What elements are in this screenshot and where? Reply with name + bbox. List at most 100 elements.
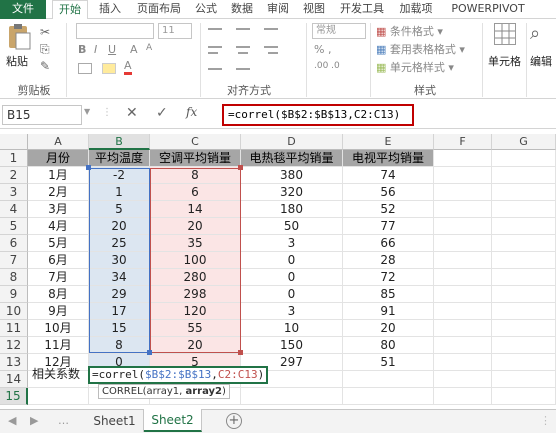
paste-button[interactable]: 粘贴	[6, 53, 28, 69]
empty-cell[interactable]	[434, 337, 492, 354]
empty-cell[interactable]	[434, 218, 492, 235]
table-cell[interactable]: 150	[241, 337, 343, 354]
empty-cell[interactable]	[492, 167, 556, 184]
editing-button[interactable]: 编辑	[530, 53, 552, 69]
table-cell[interactable]: 20	[343, 320, 434, 337]
row-header[interactable]: 3	[0, 184, 28, 201]
table-cell[interactable]: 6月	[28, 252, 89, 269]
table-header-cell[interactable]: 平均温度	[89, 150, 150, 167]
tab-home[interactable]: 开始	[52, 0, 88, 20]
table-cell[interactable]: 56	[343, 184, 434, 201]
table-header-cell[interactable]: 电视平均销量	[343, 150, 434, 167]
empty-cell[interactable]	[492, 235, 556, 252]
column-header-b[interactable]: B	[89, 134, 150, 150]
table-cell[interactable]: 20	[150, 218, 241, 235]
bold-icon[interactable]: B	[78, 43, 86, 56]
formula-input[interactable]: =correl($B$2:$B$13,C2:C13)	[222, 104, 414, 126]
empty-cell[interactable]	[492, 371, 556, 388]
table-cell[interactable]: 20	[150, 337, 241, 354]
editing-cell-b15[interactable]: =correl($B$2:$B$13,C2:C13)	[88, 366, 269, 384]
alignment-icons[interactable]	[206, 23, 290, 79]
font-color-icon[interactable]: A	[124, 59, 132, 75]
empty-cell[interactable]	[492, 184, 556, 201]
row-header[interactable]: 7	[0, 252, 28, 269]
tab-data[interactable]: 数据	[226, 0, 258, 19]
table-cell[interactable]: 80	[343, 337, 434, 354]
row-header[interactable]: 8	[0, 269, 28, 286]
conditional-format-button[interactable]: ▦ 条件格式 ▾	[376, 23, 443, 39]
column-header-g[interactable]: G	[492, 134, 556, 150]
table-cell[interactable]: 100	[150, 252, 241, 269]
table-cell[interactable]: 320	[241, 184, 343, 201]
empty-cell[interactable]	[492, 201, 556, 218]
empty-cell[interactable]	[492, 388, 556, 405]
row-header[interactable]: 13	[0, 354, 28, 371]
table-cell[interactable]: 6	[150, 184, 241, 201]
empty-cell[interactable]	[28, 388, 89, 405]
binoculars-icon[interactable]: ⌕	[530, 23, 540, 44]
table-cell[interactable]: 0	[241, 286, 343, 303]
empty-cell[interactable]	[492, 354, 556, 371]
row-header[interactable]: 4	[0, 201, 28, 218]
underline-icon[interactable]: U	[108, 43, 116, 56]
empty-cell[interactable]	[492, 303, 556, 320]
table-cell[interactable]: 29	[89, 286, 150, 303]
empty-cell[interactable]	[343, 388, 434, 405]
table-cell[interactable]: 14	[150, 201, 241, 218]
name-box-dropdown-icon[interactable]: ▼	[84, 107, 90, 116]
column-header-e[interactable]: E	[343, 134, 434, 150]
scroll-left-icon[interactable]: ◀	[8, 414, 16, 427]
table-cell[interactable]: 30	[89, 252, 150, 269]
range-handle[interactable]	[238, 165, 243, 170]
column-header-a[interactable]: A	[28, 134, 89, 150]
empty-cell[interactable]	[434, 167, 492, 184]
empty-cell[interactable]	[492, 269, 556, 286]
empty-cell[interactable]	[434, 184, 492, 201]
fill-color-icon[interactable]	[102, 63, 116, 74]
copy-icon[interactable]: ⎘	[40, 42, 50, 57]
table-cell[interactable]: 55	[150, 320, 241, 337]
italic-icon[interactable]: I	[94, 43, 97, 56]
table-cell[interactable]: 8	[89, 337, 150, 354]
table-cell[interactable]: 1	[89, 184, 150, 201]
row-header[interactable]: 9	[0, 286, 28, 303]
table-cell[interactable]: 25	[89, 235, 150, 252]
function-tooltip[interactable]: CORREL(array1, array2)	[98, 384, 230, 399]
sheet-tab-sheet2[interactable]: Sheet2	[144, 409, 202, 432]
column-header-d[interactable]: D	[241, 134, 343, 150]
table-cell[interactable]: 74	[343, 167, 434, 184]
empty-cell[interactable]	[434, 201, 492, 218]
empty-cell[interactable]	[492, 337, 556, 354]
table-cell[interactable]: 11月	[28, 337, 89, 354]
table-cell[interactable]: 3	[241, 303, 343, 320]
table-cell[interactable]: 2月	[28, 184, 89, 201]
font-grow-icon[interactable]: A	[130, 43, 138, 56]
enter-icon[interactable]: ✓	[156, 105, 168, 121]
table-cell[interactable]: 380	[241, 167, 343, 184]
table-cell[interactable]: 20	[89, 218, 150, 235]
empty-cell[interactable]	[434, 303, 492, 320]
row-header[interactable]: 15	[0, 388, 28, 405]
border-icon[interactable]	[78, 63, 92, 74]
table-cell[interactable]: 0	[241, 252, 343, 269]
sheet-bar-resize-icon[interactable]: ⋮	[540, 414, 551, 427]
table-cell[interactable]: 4月	[28, 218, 89, 235]
table-cell[interactable]: 1月	[28, 167, 89, 184]
currency-icon[interactable]: % ,	[314, 43, 331, 56]
paste-icon[interactable]	[6, 23, 32, 51]
table-cell[interactable]: 10月	[28, 320, 89, 337]
tab-formulas[interactable]: 公式	[190, 0, 222, 19]
more-sheets-icon[interactable]: …	[58, 414, 69, 427]
empty-cell[interactable]	[241, 388, 343, 405]
font-name-box[interactable]	[76, 23, 154, 39]
table-cell[interactable]: 298	[150, 286, 241, 303]
table-cell[interactable]: 3	[241, 235, 343, 252]
font-shrink-icon[interactable]: A	[146, 43, 152, 53]
cells-button[interactable]: 单元格	[488, 53, 521, 69]
table-cell[interactable]: 85	[343, 286, 434, 303]
empty-cell[interactable]	[492, 252, 556, 269]
empty-cell[interactable]	[434, 252, 492, 269]
sheet-tab-sheet1[interactable]: Sheet1	[86, 410, 144, 432]
table-cell[interactable]: 8	[150, 167, 241, 184]
number-format-box[interactable]: 常规	[312, 23, 366, 39]
